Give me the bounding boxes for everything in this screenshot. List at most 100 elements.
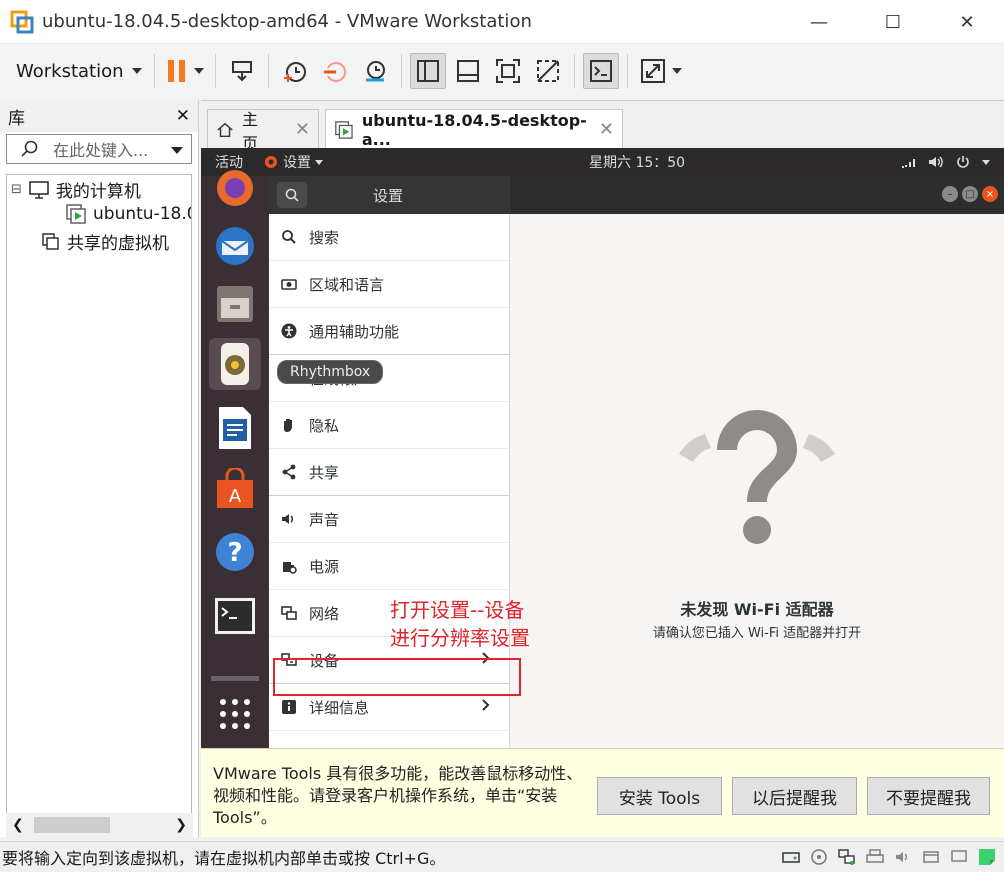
close-tab-icon[interactable]: ✕ — [599, 119, 614, 140]
sidebar-item-label: 共享 — [309, 463, 340, 482]
scroll-left-icon[interactable]: ❮ — [12, 817, 24, 833]
status-bar: 要将输入定向到该虚拟机，请在虚拟机内部单击或按 Ctrl+G。 — [0, 841, 1004, 872]
svg-text:?: ? — [227, 538, 242, 568]
tree-item-vm[interactable]: ubuntu-18.0 — [65, 203, 191, 225]
snapshot-manager-button[interactable] — [357, 53, 393, 89]
chevron-down-icon — [982, 159, 990, 165]
computer-icon — [29, 180, 49, 199]
cd-dvd-icon[interactable] — [808, 846, 830, 868]
sidebar-item-power[interactable]: 电源 — [269, 543, 509, 590]
status-text: 要将输入定向到该虚拟机，请在虚拟机内部单击或按 Ctrl+G。 — [2, 849, 446, 868]
power-icon — [957, 156, 969, 168]
full-screen-button[interactable] — [490, 53, 526, 89]
tab-label: ubuntu-18.04.5-desktop-a... — [361, 110, 587, 149]
close-tab-icon[interactable]: ✕ — [295, 119, 310, 140]
close-icon[interactable]: × — [982, 186, 998, 202]
revert-snapshot-button[interactable] — [317, 53, 353, 89]
minimize-button[interactable]: — — [782, 0, 856, 44]
ubuntu-software-icon[interactable]: A — [209, 464, 261, 516]
vmware-logo-icon — [10, 10, 34, 34]
app-menu[interactable]: 设置 — [263, 152, 323, 172]
sidebar-item-sharing[interactable]: 共享 — [269, 449, 509, 496]
settings-content: 未发现 Wi-Fi 适配器 请确认您已插入 Wi-Fi 适配器并打开 — [510, 214, 1004, 748]
chevron-down-icon — [315, 159, 323, 165]
network-adapter-icon[interactable] — [836, 846, 858, 868]
library-view-icon — [416, 60, 439, 82]
usb-device-icon[interactable] — [920, 846, 942, 868]
show-applications-icon[interactable] — [209, 688, 261, 740]
show-library-button[interactable] — [409, 53, 446, 89]
minimize-icon[interactable]: – — [942, 186, 958, 202]
files-icon[interactable] — [209, 278, 261, 330]
printer-icon[interactable] — [864, 846, 886, 868]
help-icon[interactable]: ? — [209, 526, 261, 578]
tree-label: 共享的虚拟机 — [67, 234, 169, 254]
pause-button[interactable] — [163, 53, 207, 89]
vmware-tools-notice: VMware Tools 具有很多功能，能改善鼠标移动性、视频和性能。请登录客户… — [201, 748, 1004, 837]
annotation-line: 进行分辨率设置 — [390, 626, 530, 650]
notice-text: VMware Tools 具有很多功能，能改善鼠标移动性、视频和性能。请登录客户… — [213, 764, 583, 827]
snapshot-button[interactable] — [277, 53, 313, 89]
sidebar-item-privacy[interactable]: 隐私 — [269, 402, 509, 449]
message-log-icon[interactable] — [976, 846, 998, 868]
tab-vm[interactable]: ubuntu-18.04.5-desktop-a... ✕ — [325, 109, 623, 149]
send-ctrl-alt-del-button[interactable] — [224, 53, 260, 89]
sidebar-item-region[interactable]: 区域和语言 — [269, 261, 509, 308]
collapse-icon[interactable]: ⊟ — [11, 182, 22, 197]
network-status-icon — [902, 159, 915, 168]
library-horizontal-scrollbar[interactable]: ❮ ❯ — [6, 813, 193, 837]
display-icon[interactable] — [948, 846, 970, 868]
workstation-menu[interactable]: Workstation — [16, 61, 142, 82]
thumbnail-bar-button[interactable] — [450, 53, 486, 89]
thunderbird-icon[interactable] — [209, 220, 261, 272]
chevron-down-icon — [131, 68, 142, 74]
settings-title: 设置 — [373, 186, 404, 205]
chevron-down-icon[interactable] — [171, 147, 183, 154]
console-view-button[interactable] — [582, 53, 619, 89]
settings-header-bar: 设置 – □ × — [269, 176, 1004, 214]
libreoffice-writer-icon[interactable] — [209, 402, 261, 454]
snapshot-manager-icon — [365, 61, 385, 82]
scroll-thumb[interactable] — [34, 817, 110, 833]
library-close-button[interactable]: ✕ — [176, 106, 190, 126]
never-remind-button[interactable]: 不要提醒我 — [867, 777, 990, 815]
power-icon — [283, 562, 297, 574]
unity-button[interactable] — [530, 53, 566, 89]
clock[interactable]: 星期六 15：50 — [589, 152, 685, 172]
remind-later-button[interactable]: 以后提醒我 — [732, 777, 857, 815]
settings-search-button[interactable] — [277, 182, 307, 208]
ubuntu-dock: A ? — [201, 170, 269, 748]
close-button[interactable]: ✕ — [930, 0, 1004, 44]
tree-item-my-computer[interactable]: ⊟ 我的计算机 — [11, 177, 141, 202]
tab-home[interactable]: 主页 ✕ — [207, 109, 319, 153]
chevron-right-icon — [481, 698, 491, 716]
library-panel: 库 ✕ 在此处键入... ⊟ 我的计算机 ubuntu-18.0 共享的虚拟机 … — [0, 100, 199, 837]
empty-state-title: 未发现 Wi-Fi 适配器 — [680, 600, 834, 619]
sidebar-item-sound[interactable]: 声音 — [269, 496, 509, 543]
gnome-top-bar: 活动 设置 星期六 15：50 — [201, 148, 1004, 176]
tree-item-shared-vms[interactable]: 共享的虚拟机 — [41, 229, 169, 254]
maximize-icon[interactable]: □ — [962, 186, 978, 202]
svg-text:A: A — [229, 486, 242, 507]
sidebar-item-search[interactable]: 搜索 — [269, 214, 509, 261]
install-tools-button[interactable]: 安装 Tools — [597, 777, 722, 815]
terminal-app-icon[interactable] — [209, 590, 261, 642]
dock-separator — [211, 676, 259, 681]
sidebar-item-label: 隐私 — [309, 416, 340, 435]
chevron-down-icon — [671, 68, 682, 74]
network-icon — [281, 606, 297, 620]
rhythmbox-icon[interactable] — [209, 338, 261, 390]
scroll-right-icon[interactable]: ❯ — [175, 817, 187, 833]
stretch-guest-button[interactable] — [636, 53, 686, 89]
sound-card-icon[interactable] — [892, 846, 914, 868]
system-tray[interactable] — [900, 155, 990, 169]
sidebar-item-accessibility[interactable]: 通用辅助功能 — [269, 308, 509, 355]
library-search-input[interactable]: 在此处键入... — [6, 134, 192, 164]
maximize-button[interactable]: ☐ — [856, 0, 930, 44]
firefox-icon[interactable] — [209, 162, 261, 214]
tab-bar: 主页 ✕ ubuntu-18.04.5-desktop-a... ✕ — [201, 100, 1004, 153]
tree-label: 我的计算机 — [55, 182, 141, 202]
shared-vm-icon — [42, 232, 59, 250]
sidebar-item-label: 区域和语言 — [309, 275, 385, 294]
hard-disk-icon[interactable] — [780, 846, 802, 868]
